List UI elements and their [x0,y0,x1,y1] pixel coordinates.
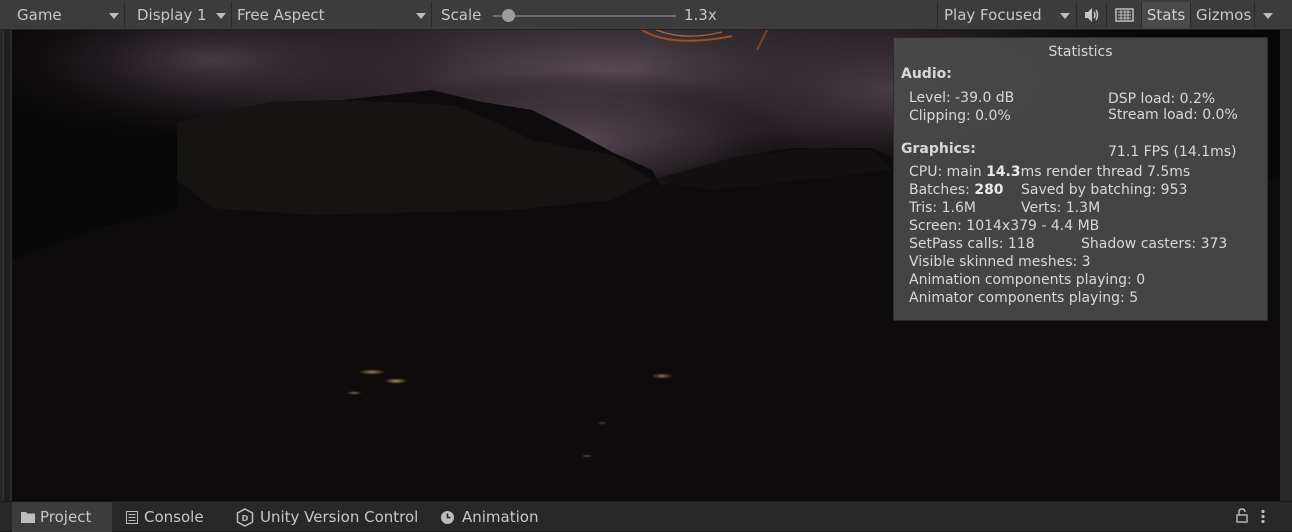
tab-unity-version-control[interactable]: D Unity Version Control [230,502,430,532]
gizmos-dropdown[interactable] [1255,2,1281,28]
console-icon [126,511,138,524]
tris-count: Tris: 1.6M [909,200,976,216]
chevron-down-icon [1060,13,1070,19]
play-mode-dropdown[interactable]: Play Focused [937,2,1077,28]
tab-label: Unity Version Control [260,508,419,526]
visible-skinned-meshes: Visible skinned meshes: 3 [909,254,1091,270]
scale-label: Scale [441,6,482,24]
fps-readout: 71.1 FPS (14.1ms) [1108,144,1237,160]
audio-heading: Audio: [901,66,952,82]
saved-by-batching: Saved by batching: 953 [1021,182,1188,198]
folder-icon [21,512,35,523]
display-label: Display 1 [137,6,207,24]
dsp-load: DSP load: 0.2% [1108,91,1216,107]
tab-label: Console [144,508,204,526]
bottom-tab-bar: Project Console D Unity Version Control … [0,501,1292,532]
svg-text:D: D [242,514,249,523]
view-type-label: Game [17,6,62,24]
gizmos-button[interactable]: Gizmos [1190,2,1255,28]
mute-audio-button[interactable] [1078,3,1107,27]
batches: Batches: 280 [909,182,1004,198]
view-type-dropdown[interactable]: Game [0,2,125,28]
shortcuts-button[interactable] [1109,3,1140,27]
statistics-title: Statistics [1048,44,1113,60]
display-dropdown[interactable]: Display 1 [125,2,232,28]
scrollbar[interactable] [3,30,10,501]
more-options-icon[interactable] [1259,509,1267,524]
version-control-icon: D [236,508,254,527]
shadow-casters: Shadow casters: 373 [1081,236,1228,252]
game-view-toolbar: Game Display 1 Free Aspect Scale 1.3x Pl… [0,0,1292,30]
keyboard-icon [1115,8,1134,22]
statistics-panel: Statistics Audio: Level: -39.0 dB DSP lo… [893,37,1268,321]
clock-icon [441,511,454,524]
audio-clipping: Clipping: 0.0% [909,108,1011,124]
scale-value: 1.3x [684,6,717,24]
tab-console[interactable]: Console [118,502,223,532]
audio-level: Level: -39.0 dB [909,90,1015,106]
tab-label: Animation [462,508,539,526]
tab-label: Project [40,508,92,526]
chevron-down-icon [216,13,226,19]
tab-animation[interactable]: Animation [434,502,544,532]
tab-project[interactable]: Project [12,502,112,532]
setpass-calls: SetPass calls: 118 [909,236,1035,252]
verts-count: Verts: 1.3M [1021,200,1101,216]
right-panel-edge [1280,30,1292,501]
scale-slider-handle[interactable] [501,9,515,22]
cpu-main-value: 14.3 [986,164,1021,180]
aspect-dropdown[interactable]: Free Aspect [232,2,432,28]
lock-icon[interactable] [1236,508,1248,523]
speaker-icon [1085,8,1099,22]
cpu-suffix: ms render thread 7.5ms [1020,164,1191,180]
animation-components: Animation components playing: 0 [909,272,1146,288]
cpu-timing: CPU: main 14.3ms render thread 7.5ms [909,164,1190,180]
chevron-down-icon [1263,13,1273,19]
screen-info: Screen: 1014x379 - 4.4 MB [909,218,1100,234]
animator-components: Animator components playing: 5 [909,290,1139,306]
batches-value: 280 [974,182,1004,198]
gizmos-label: Gizmos [1196,6,1252,24]
batches-label: Batches: [909,182,975,198]
chevron-down-icon [416,13,426,19]
scale-slider-track[interactable] [493,15,676,17]
play-mode-label: Play Focused [944,6,1042,24]
aspect-label: Free Aspect [237,6,325,24]
cpu-prefix: CPU: main [909,164,987,180]
chevron-down-icon [109,13,119,19]
stream-load: Stream load: 0.0% [1108,107,1238,123]
stats-toggle-button[interactable]: Stats [1141,2,1191,28]
graphics-heading: Graphics: [901,141,976,157]
left-panel-edge [0,30,12,501]
